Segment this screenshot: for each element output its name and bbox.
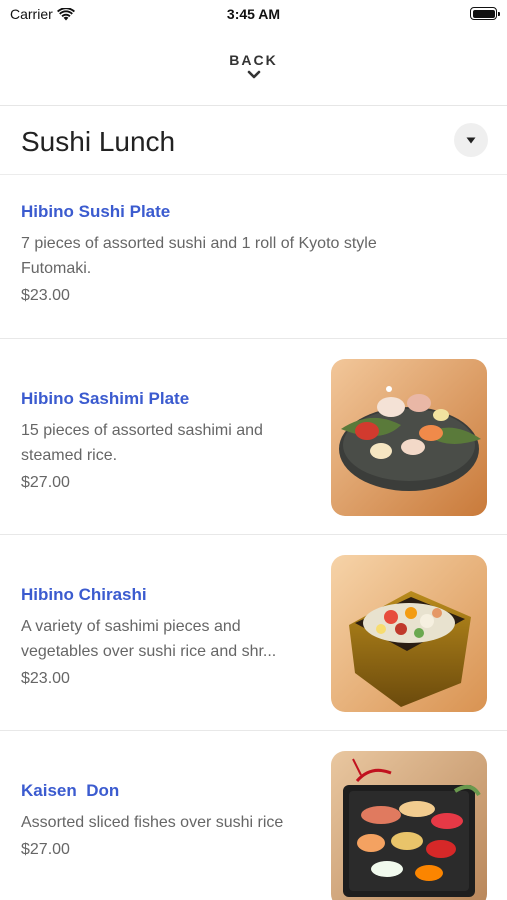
section-dropdown-button[interactable]	[454, 123, 488, 157]
menu-item-description: 7 pieces of assorted sushi and 1 roll of…	[21, 235, 377, 277]
menu-item-name: Hibino Chirashi	[21, 585, 147, 604]
menu-item-name: Hibino Sushi Plate	[21, 202, 171, 221]
status-time: 3:45 AM	[226, 6, 281, 22]
menu-item[interactable]: Kaisen Don Assorted sliced fishes over s…	[0, 731, 507, 900]
caret-down-icon	[466, 137, 476, 143]
menu-item-description: 15 pieces of assorted sashimi and steame…	[21, 422, 263, 464]
section-title: Sushi Lunch	[21, 126, 176, 157]
menu-item[interactable]: Hibino Sashimi Plate 15 pieces of assort…	[0, 339, 507, 535]
menu-item-info: Hibino Chirashi A variety of sashimi pie…	[21, 585, 311, 688]
menu-item-description: Assorted sliced fishes over sushi rice	[21, 814, 284, 831]
kaisen-don-photo	[331, 751, 487, 900]
menu-item-price: $27.00	[21, 841, 70, 858]
back-button[interactable]: BACK	[0, 50, 507, 94]
status-bar: Carrier 3:45 AM	[0, 0, 507, 28]
chirashi-box-photo	[331, 555, 487, 712]
menu-item-name: Hibino Sashimi Plate	[21, 389, 190, 408]
menu-item-description: A variety of sashimi pieces and vegetabl…	[21, 618, 277, 660]
menu-item-price: $23.00	[21, 287, 70, 304]
menu-item-info: Hibino Sushi Plate 7 pieces of assorted …	[21, 202, 441, 305]
menu-item[interactable]: Hibino Chirashi A variety of sashimi pie…	[0, 535, 507, 731]
menu-list: Hibino Sushi Plate 7 pieces of assorted …	[0, 175, 507, 900]
chevron-down-icon	[247, 70, 260, 79]
menu-item-name: Kaisen Don	[21, 781, 120, 800]
menu-item-info: Kaisen Don Assorted sliced fishes over s…	[21, 781, 311, 859]
menu-item[interactable]: Hibino Sushi Plate 7 pieces of assorted …	[0, 175, 507, 339]
battery-icon	[470, 7, 500, 20]
menu-item-price: $23.00	[21, 670, 70, 687]
back-label: BACK	[229, 52, 278, 68]
section-header: Sushi Lunch	[0, 106, 507, 174]
menu-item-info: Hibino Sashimi Plate 15 pieces of assort…	[21, 389, 311, 492]
menu-item-price: $27.00	[21, 474, 70, 491]
sashimi-plate-photo	[331, 359, 487, 516]
